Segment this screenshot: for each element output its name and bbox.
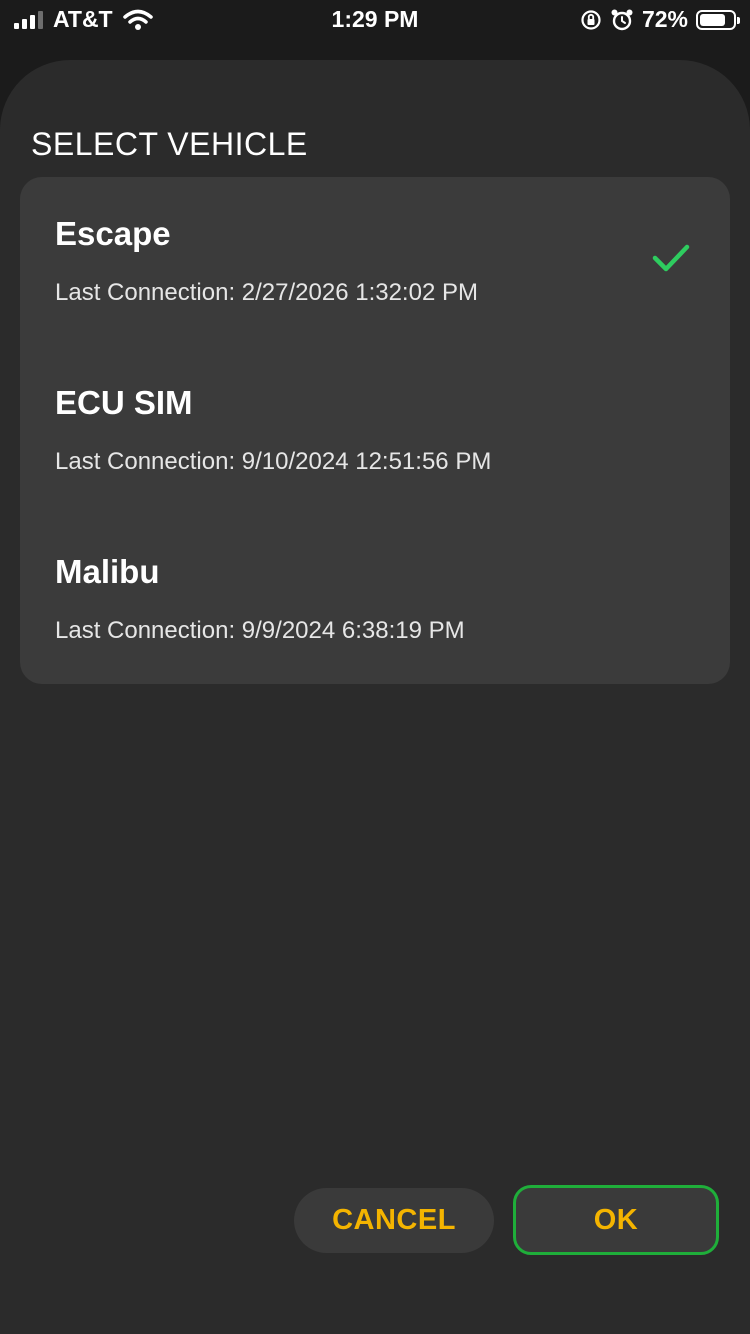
select-vehicle-sheet: SELECT VEHICLE Escape Last Connection: 2… [0, 60, 750, 1334]
vehicle-name: Escape [55, 215, 171, 252]
vehicle-name: ECU SIM [55, 384, 193, 421]
alarm-icon [611, 9, 633, 30]
vehicle-item-malibu[interactable]: Malibu Last Connection: 9/9/2024 6:38:19… [20, 515, 730, 684]
ok-button[interactable]: OK [513, 1185, 719, 1255]
vehicle-item-ecu-sim[interactable]: ECU SIM Last Connection: 9/10/2024 12:51… [20, 346, 730, 515]
battery-icon [696, 9, 740, 30]
rotation-lock-icon [581, 9, 601, 30]
vehicle-item-escape[interactable]: Escape Last Connection: 2/27/2026 1:32:0… [20, 177, 730, 346]
status-bar: AT&T 1:29 PM 72% [0, 0, 750, 40]
battery-percent: 72% [641, 6, 688, 32]
vehicle-list: Escape Last Connection: 2/27/2026 1:32:0… [20, 177, 730, 684]
sheet-title: SELECT VEHICLE [31, 126, 308, 162]
vehicle-name: Malibu [55, 553, 160, 590]
vehicle-last-connection: Last Connection: 9/9/2024 6:38:19 PM [55, 617, 465, 644]
screen: AT&T 1:29 PM 72% SELECT VEHICLE Escape L… [0, 0, 750, 1334]
vehicle-last-connection: Last Connection: 9/10/2024 12:51:56 PM [55, 448, 492, 475]
cancel-button[interactable]: CANCEL [294, 1188, 494, 1253]
vehicle-last-connection: Last Connection: 2/27/2026 1:32:02 PM [55, 279, 478, 306]
status-bar-right: 72% [580, 6, 740, 33]
checkmark-icon [652, 244, 690, 272]
